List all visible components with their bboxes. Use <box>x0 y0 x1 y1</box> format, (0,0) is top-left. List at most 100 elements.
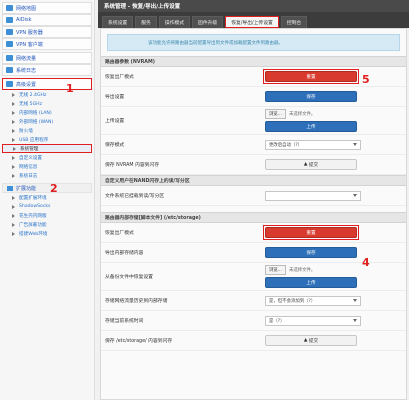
sidebar-sub-lan[interactable]: 内部网络 (LAN) <box>0 108 94 117</box>
tab-operation-mode[interactable]: 操作模式 <box>158 16 191 28</box>
traffic-icon <box>6 55 13 61</box>
sidebar-sub-syslog[interactable]: 系统日志 <box>0 171 94 180</box>
row-storage-restore: 从备份文件中恢复设置 浏览... 未选择文件。 上传 <box>101 263 406 291</box>
nvram-submit-button[interactable]: ▲ 提交 <box>265 159 357 170</box>
sidebar-sub-wan[interactable]: 外部网络 (WAN) <box>0 117 94 126</box>
arrow-right-icon <box>12 213 15 218</box>
vpn-client-icon <box>6 41 13 47</box>
arrow-right-icon <box>12 195 15 200</box>
submit-label: 提交 <box>308 338 319 344</box>
sidebar-item-vpn-client[interactable]: VPN 客户端 <box>2 38 92 50</box>
row-save-storage: 保存 /etc/storage/ 内容到闪存 ▲ 提交 <box>101 331 406 351</box>
tab-firmware-upgrade[interactable]: 固件升级 <box>192 16 224 28</box>
systime-label: 存储当前系统时间 <box>105 319 144 324</box>
arrow-right-icon <box>12 119 15 124</box>
disk-icon <box>6 17 13 23</box>
storage-restore-label: 从备份文件中恢复设置 <box>105 275 153 280</box>
sub-label: 广告屏蔽功能 <box>19 222 47 228</box>
select-value: 更改后自动（?） <box>269 142 303 148</box>
sidebar-sub-wireless-5[interactable]: 无线 5GHz <box>0 99 94 108</box>
sidebar-item-label: VPN 客户端 <box>16 41 43 48</box>
browse-button[interactable]: 浏览... <box>265 109 286 119</box>
category-label: 扩展功能 <box>16 185 37 192</box>
file-name: 未选择文件。 <box>288 268 316 273</box>
tab-services[interactable]: 服务 <box>135 16 157 28</box>
sidebar-sub-admin[interactable]: 系统管理 <box>2 144 92 153</box>
sidebar-item-aidisk[interactable]: AiDisk <box>2 14 92 26</box>
fs-select[interactable] <box>265 190 361 201</box>
row-storage-export: 导出内部存储内容 保存 <box>101 243 406 263</box>
save-storage-label: 保存 /etc/storage/ 内容到闪存 <box>105 339 173 344</box>
annotation-4: 4 <box>362 256 370 269</box>
storage-factory-label: 恢复出厂模式 <box>105 231 134 236</box>
arrow-right-icon <box>12 231 15 236</box>
arrow-right-icon <box>12 92 15 97</box>
tab-bar: 系统设置 服务 操作模式 固件升级 恢复/导出/上传设置 控制台 <box>98 12 409 28</box>
sidebar-ext-adblock[interactable]: 广告屏蔽功能 <box>0 220 94 229</box>
sidebar-ext-web[interactable]: 搭建Web环境 <box>0 229 94 238</box>
nvram-reset-button[interactable]: 重置 <box>265 71 357 82</box>
sub-label: 系统管理 <box>20 146 39 152</box>
tab-system-settings[interactable]: 系统设置 <box>102 16 134 28</box>
sub-label: 花生壳内网版 <box>19 213 47 219</box>
arrow-right-icon <box>13 146 16 151</box>
annotation-2: 2 <box>50 182 58 195</box>
puzzle-icon <box>7 185 13 191</box>
tab-restore-export-upload[interactable]: 恢复/导出/上传设置 <box>225 16 279 28</box>
storage-save-button[interactable]: 保存 <box>265 247 357 258</box>
storage-file-picker: 浏览... 未选择文件。 <box>265 265 357 275</box>
systime-select[interactable]: 是（?） <box>265 315 361 326</box>
browse-button[interactable]: 浏览... <box>265 265 286 275</box>
save-mode-label: 保存模式 <box>105 143 125 148</box>
sub-label: 配置扩展环境 <box>19 195 47 201</box>
annotation-5: 5 <box>362 73 370 86</box>
sub-label: ShadowSocks <box>19 204 51 209</box>
sidebar: 网络地图 AiDisk VPN 服务器 VPN 客户端 网络流量 系统日志 高级… <box>0 0 95 400</box>
nvram-upload-button[interactable]: 上传 <box>265 121 357 132</box>
nvram-factory-label: 恢复出厂模式 <box>105 75 134 80</box>
arrow-right-icon <box>12 128 15 133</box>
main-panel: 系统管理 - 恢复/导出/上传设置 系统设置 服务 操作模式 固件升级 恢复/导… <box>98 0 409 400</box>
chevron-down-icon <box>353 143 357 146</box>
sidebar-ext-env[interactable]: 配置扩展环境 <box>0 193 94 202</box>
history-select[interactable]: 是，但不会添加到（?） <box>265 295 361 306</box>
sidebar-sub-custom[interactable]: 自定义设置 <box>0 153 94 162</box>
row-nvram-factory: 恢复出厂模式 重置 <box>101 67 406 87</box>
storage-export-label: 导出内部存储内容 <box>105 251 144 256</box>
sidebar-item-label: 系统日志 <box>16 67 37 74</box>
storage-submit-button[interactable]: ▲ 提交 <box>265 335 357 346</box>
row-nvram-export: 导出设置 保存 <box>101 87 406 107</box>
arrow-right-icon <box>12 164 15 169</box>
select-value: 是（?） <box>269 318 285 324</box>
sidebar-item-traffic[interactable]: 网络流量 <box>2 52 92 64</box>
tab-console[interactable]: 控制台 <box>280 16 308 28</box>
sidebar-sub-firewall[interactable]: 防火墙 <box>0 126 94 135</box>
storage-upload-button[interactable]: 上传 <box>265 277 357 288</box>
sidebar-item-network-map[interactable]: 网络地图 <box>2 2 92 14</box>
content-area: 该功能允许将路由器当前配置导出到文件或加载配置文件到路由器。 路由器参数 (NV… <box>100 28 407 400</box>
nvram-save-button[interactable]: 保存 <box>265 91 357 102</box>
sub-label: 内部网络 (LAN) <box>19 110 52 116</box>
sidebar-item-syslog[interactable]: 系统日志 <box>2 64 92 76</box>
storage-reset-button[interactable]: 重置 <box>265 227 357 238</box>
arrow-right-icon <box>12 173 15 178</box>
sidebar-ext-ss[interactable]: ShadowSocks <box>0 202 94 211</box>
info-banner: 该功能允许将路由器当前配置导出到文件或加载配置文件到路由器。 <box>107 34 400 51</box>
arrow-right-icon <box>12 110 15 115</box>
row-fs: 文件系统已挂载到读/写分区 <box>101 186 406 206</box>
arrow-right-icon <box>12 204 15 209</box>
sidebar-sub-usb[interactable]: USB 应用程序 <box>0 135 94 144</box>
row-storage-factory: 恢复出厂模式 重置 <box>101 223 406 243</box>
sub-label: 外部网络 (WAN) <box>19 119 54 125</box>
sidebar-item-vpn-server[interactable]: VPN 服务器 <box>2 26 92 38</box>
sidebar-category-extensions[interactable]: 扩展功能 <box>2 183 92 193</box>
chevron-down-icon <box>353 194 357 197</box>
sub-label: 无线 5GHz <box>19 101 42 107</box>
save-mode-select[interactable]: 更改后自动（?） <box>265 139 361 150</box>
sidebar-ext-phddns[interactable]: 花生壳内网版 <box>0 211 94 220</box>
sidebar-sub-wireless-24[interactable]: 无线 2.4GHz <box>0 90 94 99</box>
sub-label: 防火墙 <box>19 128 33 134</box>
sidebar-item-advanced[interactable]: 高级设置 <box>2 78 92 90</box>
sidebar-sub-netinfo[interactable]: 网络信息 <box>0 162 94 171</box>
log-icon <box>6 67 13 73</box>
